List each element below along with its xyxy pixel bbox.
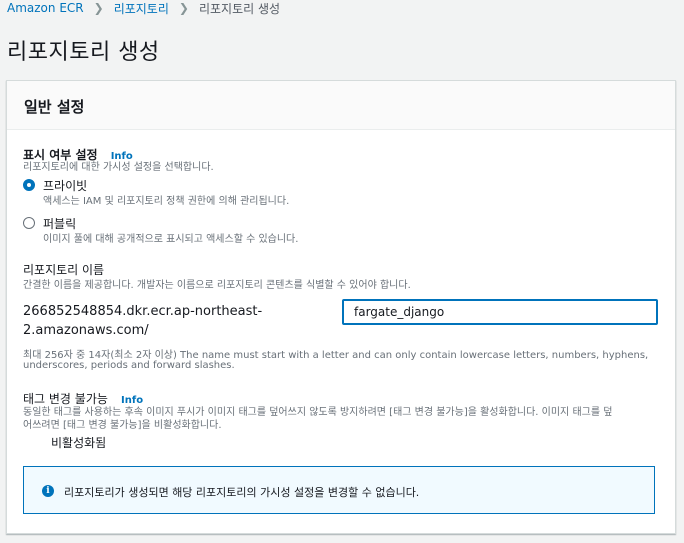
chevron-right-icon: ❯ [93, 1, 104, 15]
breadcrumb-repositories-link[interactable]: 리포지토리 [114, 0, 169, 17]
radio-private-description: 액세스는 IAM 및 리포지토리 정책 권한에 의해 관리됩니다. [43, 196, 290, 207]
breadcrumb-current: 리포지토리 생성 [198, 1, 281, 16]
repo-name-input[interactable] [342, 299, 658, 325]
radio-public-description: 이미지 풀에 대해 공개적으로 표시되고 액세스할 수 있습니다. [43, 234, 299, 245]
info-alert-text: 리포지토리가 생성되면 해당 리포지토리의 가시성 설정을 변경할 수 없습니다… [64, 486, 420, 499]
visibility-description: 리포지토리에 대한 가시성 설정을 선택합니다. [23, 162, 214, 173]
repo-uri-prefix-line2: 2.amazonaws.com/ [23, 323, 149, 338]
radio-private[interactable] [23, 179, 35, 191]
chevron-right-icon: ❯ [178, 1, 189, 15]
breadcrumb-ecr-link[interactable]: Amazon ECR [7, 1, 84, 15]
repo-name-description: 간결한 이름을 제공합니다. 개발자는 이름으로 리포지토리 콘텐츠를 식별할 … [23, 280, 411, 291]
tag-immutability-description-line2: 어쓰려면 [태그 변경 불가능]을 비활성화합니다. [23, 420, 222, 431]
info-icon: i [42, 485, 54, 497]
info-alert: i 리포지토리가 생성되면 해당 리포지토리의 가시성 설정을 변경할 수 없습… [23, 466, 655, 514]
breadcrumb: Amazon ECR ❯ 리포지토리 ❯ 리포지토리 생성 [7, 0, 280, 16]
page-title: 리포지토리 생성 [7, 40, 160, 65]
radio-public[interactable] [23, 217, 35, 229]
repo-uri-prefix: 266852548854.dkr.ecr.ap-northeast- 2.ama… [23, 302, 263, 340]
repo-name-constraint-line1: 최대 256자 중 14자(최소 2자 이상) The name must st… [23, 350, 649, 361]
panel-title: 일반 설정 [24, 98, 85, 116]
panel-header [7, 81, 675, 130]
general-settings-panel: 일반 설정 표시 여부 설정 Info 리포지토리에 대한 가시성 설정을 선택… [6, 80, 676, 534]
repo-uri-prefix-line1: 266852548854.dkr.ecr.ap-northeast- [23, 304, 263, 319]
repo-name-constraint-line2: underscores, periods and forward slashes… [23, 360, 235, 371]
tag-immutability-toggle-label: 비활성화됨 [51, 436, 107, 450]
